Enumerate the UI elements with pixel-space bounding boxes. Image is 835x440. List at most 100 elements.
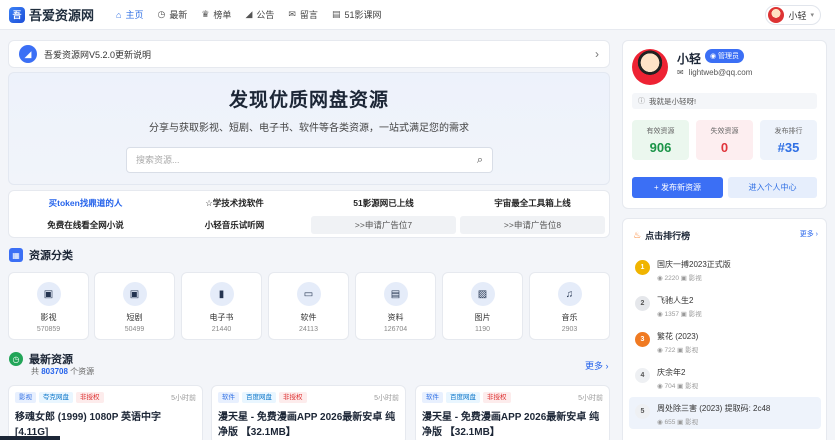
avatar [768,7,785,23]
ranking-title: 飞驰人生2 [657,296,694,305]
quick-link[interactable]: >>申请广告位7 [311,215,456,234]
ranking-title: 周处除三害 (2023) 提取码: 2c48 [657,404,771,413]
category-count: 50499 [124,326,145,333]
publish-button[interactable]: + 发布新资源 [632,177,723,198]
category-card[interactable]: ▣ 短剧 50499 [94,272,175,340]
nav-item-5[interactable]: ▤ 51影课网 [332,8,382,21]
latest-count: 共 803708 个资源 [31,366,94,377]
category-name: 影视 [40,313,57,322]
tag: 影视 [15,392,36,403]
ranking-meta: ◉ 704 ▣ 影视 [657,380,698,390]
logo-icon: 吾 [9,6,25,23]
tag: 非授权 [76,392,104,403]
tag: 非授权 [279,392,307,403]
category-name: 音乐 [561,313,578,322]
nav-item-1[interactable]: ◷ 最新 [157,8,187,21]
ranking-title: 国庆一搏2023正式版 [657,260,731,269]
nav-item-3[interactable]: ◢ 公告 [245,8,274,21]
megaphone-icon: ◢ [245,9,253,19]
tag: 夸克网盘 [39,392,73,403]
nav-item-0[interactable]: ⌂ 主页 [116,8,143,21]
category-card[interactable]: ▭ 软件 24113 [268,272,349,340]
ranking-item[interactable]: 4 庆余年2 ◉ 704 ▣ 影视 [629,361,821,393]
quick-link[interactable]: 51影源网已上线 [311,194,456,213]
nav-item-4[interactable]: ✉ 留言 [288,8,318,21]
category-count: 21440 [211,326,232,333]
megaphone-icon: ◢ [19,45,37,63]
search-input[interactable] [127,155,468,165]
site-name: 吾爱资源网 [29,8,95,23]
nav-label: 榜单 [213,10,232,20]
ranking-meta: ◉ 722 ▣ 影视 [657,344,698,354]
ranking-meta: ◉ 2220 ▣ 影视 [657,272,702,282]
announcement-bar[interactable]: ◢ 吾爱资源网V5.2.0更新说明 › [8,40,610,68]
ranking-item[interactable]: 5 周处除三害 (2023) 提取码: 2c48 ◉ 655 ▣ 影视 [629,397,821,429]
tag: 百度网盘 [446,392,480,403]
mail-icon: ✉ [677,68,684,77]
hero-banner: 发现优质网盘资源 分享与获取影视、短剧、电子书、软件等各类资源，一站式满足您的需… [8,72,610,185]
user-menu[interactable]: 小轻 ▾ [765,5,821,25]
category-count: 24113 [299,326,318,333]
user-center-button[interactable]: 进入个人中心 [728,177,817,198]
quick-link[interactable]: 小轻音乐试听网 [162,215,307,234]
chevron-down-icon: ▾ [810,12,814,19]
category-name: 图片 [474,313,491,322]
ranking-item[interactable]: 1 国庆一搏2023正式版 ◉ 2220 ▣ 影视 [629,253,821,285]
resource-card[interactable]: 软件 百度网盘 非授权 5小时前 漫天星 - 免费漫画APP 2026最新安卓 纯净版 … [211,385,406,440]
nav-label: 主页 [125,10,144,20]
stat-label: 有效资源 [646,128,675,135]
category-card[interactable]: ▤ 资料 126704 [355,272,436,340]
tag-list: 软件 百度网盘 非授权 [422,392,514,403]
quick-link[interactable]: 免费在线看全网小说 [13,215,158,234]
category-count: 1190 [474,326,491,333]
image-icon: ▨ [470,282,495,306]
stat-value: 0 [720,140,729,155]
category-card[interactable]: ▮ 电子书 21440 [181,272,262,340]
laptop-icon: ▭ [296,282,321,306]
nav-item-2[interactable]: ♛ 榜单 [201,8,231,21]
search-icon[interactable]: ⌕ [468,154,492,167]
category-card[interactable]: ▨ 图片 1190 [442,272,523,340]
search-box: ⌕ [126,147,493,173]
category-label: ▣ 影视 [677,419,699,426]
resource-card[interactable]: 影视 夸克网盘 非授权 5小时前 移魂女郎 (1999) 1080P 英语中字 [4.1… [8,385,203,440]
profile-bio: ⓘ 我就是小轻呀! [632,93,817,109]
announcement-text: 吾爱资源网V5.2.0更新说明 [44,49,152,60]
view-count: ◉ 655 [657,419,676,426]
site-logo[interactable]: 吾 吾爱资源网 [9,5,94,24]
quick-link[interactable]: ☆学技术找软件 [162,194,307,213]
quick-link[interactable]: 宇宙最全工具箱上线 [460,194,605,213]
chevron-right-icon: › [595,47,599,61]
view-count: ◉ 1357 [657,311,679,318]
resource-card[interactable]: 软件 百度网盘 非授权 5小时前 漫天星 - 免费漫画APP 2026最新安卓 纯净版 … [415,385,610,440]
tag: 软件 [422,392,443,403]
category-label: ▣ 影视 [677,383,699,390]
nav-label: 最新 [169,10,188,20]
ranking-title: 点击排行榜 [645,231,691,241]
main-nav: ⌂ 主页 ◷ 最新 ♛ 榜单 ◢ 公告 ✉ 留言 ▤ 51影课网 [116,8,395,21]
resource-title: 漫天星 - 免费漫画APP 2026最新安卓 纯净版 【32.1MB】 [218,412,396,438]
quick-link[interactable]: >>申请广告位8 [460,215,605,234]
category-name: 电子书 [209,313,234,322]
grid-icon: ▦ [9,248,23,262]
nav-label: 公告 [256,10,275,20]
tag: 非授权 [483,392,511,403]
ranking-item[interactable]: 3 繁花 (2023) ◉ 722 ▣ 影视 [629,325,821,357]
view-count: ◉ 722 [657,347,676,354]
ranking-card: ♨ 点击排行榜 更多 › 1 国庆一搏2023正式版 ◉ 2220 ▣ 影视 2 飞驰人… [622,218,827,440]
stat-value: 906 [649,140,672,155]
ranking-more-link[interactable]: 更多 › [800,229,818,239]
bio-text: 我就是小轻呀! [649,96,697,106]
ranking-item[interactable]: 2 飞驰人生2 ◉ 1357 ▣ 影视 [629,289,821,321]
stat-value: #35 [777,140,800,155]
latest-more-link[interactable]: 更多 › [585,359,609,372]
category-card[interactable]: ▣ 影视 570859 [8,272,89,340]
category-name: 资料 [387,313,404,322]
category-count: 126704 [383,326,408,333]
profile-avatar[interactable] [632,49,668,85]
quick-link[interactable]: 买token找鼎道的人 [13,194,158,213]
category-label: ▣ 影视 [680,275,702,282]
section-title: 最新资源 [29,354,73,366]
count-value: 803708 [41,367,68,376]
category-card[interactable]: ♫ 音乐 2903 [529,272,610,340]
